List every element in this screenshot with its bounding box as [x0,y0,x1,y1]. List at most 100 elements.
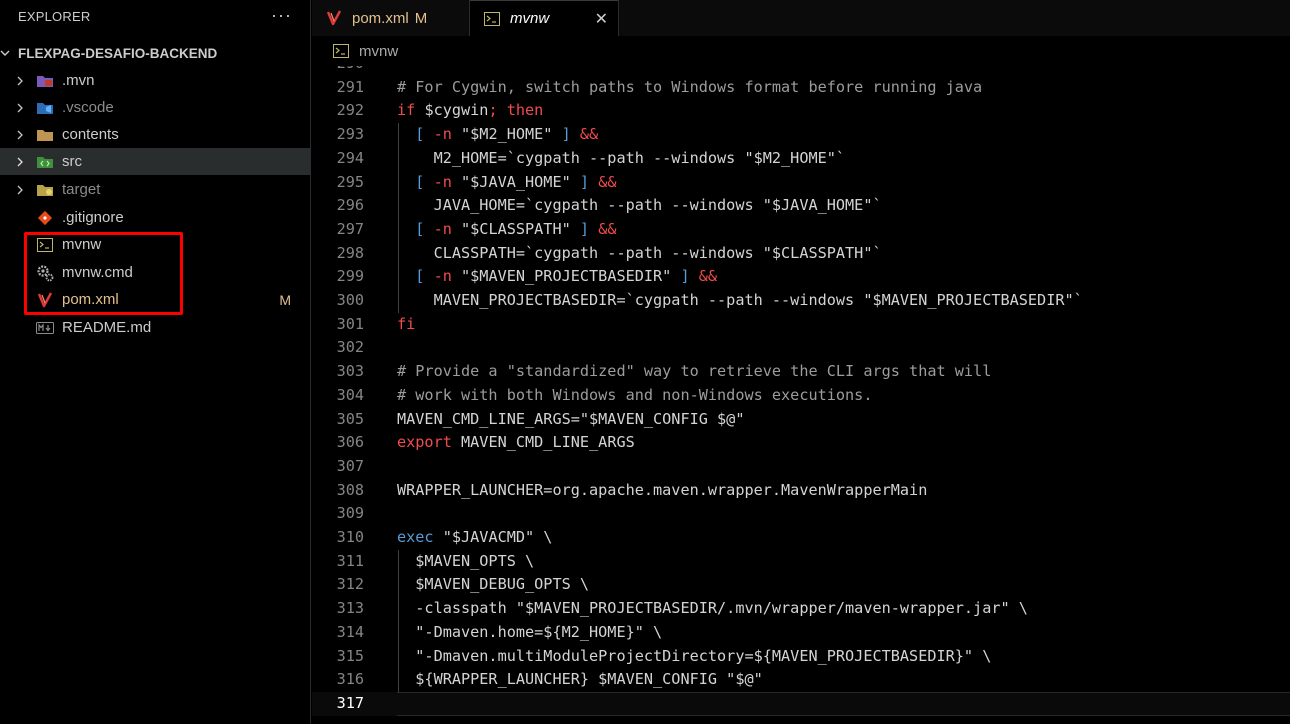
code-line[interactable]: 305 MAVEN_CMD_LINE_ARGS="$MAVEN_CONFIG $@… [312,408,1290,432]
code-token: -n [433,125,452,144]
code-line[interactable]: 307 [312,455,1290,479]
code-token: ; then [488,101,544,120]
code-token: MAVEN_CMD_LINE_ARGS [451,433,635,452]
maven-icon [326,10,342,26]
code-line[interactable]: 298 CLASSPATH=`cygpath --path --windows … [312,242,1290,266]
code-line[interactable]: 312 $MAVEN_DEBUG_OPTS \ [312,573,1290,597]
line-number: 308 [336,480,364,499]
line-code: # For Cygwin, switch paths to Windows fo… [397,76,982,100]
code-line[interactable]: 291 # For Cygwin, switch paths to Windows… [312,76,1290,100]
more-actions-icon[interactable]: ··· [271,0,292,34]
line-code: $MAVEN_DEBUG_OPTS \ [397,573,589,597]
line-number: 294 [336,148,364,167]
code-line[interactable]: 309 [312,502,1290,526]
code-line[interactable]: 299 [ -n "$MAVEN_PROJECTBASEDIR" ] && [312,265,1290,289]
line-code: [ -n "$JAVA_HOME" ] && [397,171,616,195]
tree-item-label: .vscode [62,99,114,116]
line-code: M2_HOME=`cygpath --path --windows "$M2_H… [397,147,845,171]
code-line[interactable]: 294 M2_HOME=`cygpath --path --windows "$… [312,147,1290,171]
annotation-highlight-box [24,232,183,315]
code-line[interactable]: 315 "-Dmaven.multiModuleProjectDirectory… [312,645,1290,669]
code-token: fi [397,314,416,333]
code-line[interactable]: 316 ${WRAPPER_LAUNCHER} $MAVEN_CONFIG "$… [312,668,1290,692]
explorer-title: EXPLORER [18,9,91,24]
line-number: 316 [336,670,364,689]
line-code [397,691,1290,716]
project-root[interactable]: FLEXPAG-DESAFIO-BACKEND [0,40,311,66]
line-code: MAVEN_PROJECTBASEDIR=`cygpath --path --w… [397,289,1083,313]
code-token: && [598,219,617,238]
chevron-right-icon [16,157,30,167]
line-number: 317 [336,693,364,712]
tree-item-label: README.md [62,319,152,336]
chevron-down-icon [0,48,18,58]
code-line[interactable]: 314 "-Dmaven.home=${M2_HOME}" \ [312,621,1290,645]
line-number: 291 [336,77,364,96]
tree-item-readme[interactable]: README.md [0,314,311,341]
chevron-right-icon [16,130,30,140]
code-line[interactable]: 292 if $cygwin; then [312,99,1290,123]
code-token: -n [433,267,452,286]
code-token: CLASSPATH=`cygpath --path --windows "$CL… [397,243,882,262]
tree-item-gitignore[interactable]: .gitignore [0,204,311,231]
line-number: 315 [336,646,364,665]
editor-tab-bar: pom.xml M mvnw ✕ [312,0,1290,36]
code-line[interactable]: 297 [ -n "$CLASSPATH" ] && [312,218,1290,242]
code-line[interactable]: 310 exec "$JAVACMD" \ [312,526,1290,550]
line-code: export MAVEN_CMD_LINE_ARGS [397,431,635,455]
line-code: MAVEN_CMD_LINE_ARGS="$MAVEN_CONFIG $@" [397,408,744,432]
tree-item-src[interactable]: src [0,148,311,175]
code-line[interactable]: 313 -classpath "$MAVEN_PROJECTBASEDIR/.m… [312,597,1290,621]
modified-badge: M [279,291,291,308]
line-number: 312 [336,575,364,594]
code-token: if [397,101,416,120]
tab-mvnw[interactable]: mvnw ✕ [470,0,619,36]
code-line[interactable]: 296 JAVA_HOME=`cygpath --path --windows … [312,194,1290,218]
code-line[interactable]: 295 [ -n "$JAVA_HOME" ] && [312,171,1290,195]
tree-item-target[interactable]: target [0,176,311,203]
tree-item-vscode[interactable]: .vscode [0,94,311,121]
code-line[interactable]: 306 export MAVEN_CMD_LINE_ARGS [312,431,1290,455]
code-token: "-Dmaven.multiModuleProjectDirectory=${M… [397,646,992,665]
code-line[interactable]: 300 MAVEN_PROJECTBASEDIR=`cygpath --path… [312,289,1290,313]
line-number: 301 [336,314,364,333]
git-icon [36,209,54,227]
tree-item-contents[interactable]: contents [0,121,311,148]
code-token: "$JAVA_HOME" [451,172,571,191]
chevron-right-icon [16,103,30,113]
line-number: 310 [336,528,364,546]
line-number: 292 [336,101,364,120]
line-number: 314 [336,622,364,641]
line-number: 307 [336,456,364,475]
code-token: # work with both Windows and non-Windows… [397,385,873,404]
tree-item-label: .mvn [62,72,95,89]
folder-icon [36,126,54,144]
code-token: # Provide a "standardized" way to retrie… [397,362,992,381]
code-token: export [397,433,452,452]
line-code: # work with both Windows and non-Windows… [397,384,872,408]
code-line[interactable]: 302 [312,336,1290,360]
code-line[interactable]: 317 [312,691,1290,716]
line-code: exec "$JAVACMD" \ [397,526,552,550]
code-line[interactable]: 304 # work with both Windows and non-Wind… [312,384,1290,408]
maven-folder-icon [36,72,54,90]
code-line[interactable]: 311 $MAVEN_OPTS \ [312,550,1290,574]
code-token: $cygwin [415,101,489,120]
code-line[interactable]: 308 WRAPPER_LAUNCHER=org.apache.maven.wra… [312,479,1290,503]
code-line[interactable]: 303 # Provide a "standardized" way to ret… [312,360,1290,384]
code-token: ] [570,219,599,238]
code-line[interactable]: 301 fi [312,313,1290,337]
line-number: 295 [336,172,364,191]
line-code: [ -n "$MAVEN_PROJECTBASEDIR" ] && [397,265,717,289]
terminal-icon [484,11,500,27]
close-icon[interactable]: ✕ [595,9,608,29]
tab-pom-xml[interactable]: pom.xml M [312,0,470,36]
code-editor[interactable]: 290291 # For Cygwin, switch paths to Wind… [312,66,1290,724]
code-line[interactable]: 290 [312,66,1290,76]
code-line[interactable]: 293 [ -n "$M2_HOME" ] && [312,123,1290,147]
code-token: $MAVEN_DEBUG_OPTS \ [397,575,590,594]
tree-item-mvn[interactable]: .mvn [0,67,311,94]
breadcrumb-item-mvnw[interactable]: mvnw [359,43,398,60]
code-token: JAVA_HOME=`cygpath --path --windows "$JA… [397,196,882,215]
code-token: # For Cygwin, switch paths to Windows fo… [397,77,983,96]
